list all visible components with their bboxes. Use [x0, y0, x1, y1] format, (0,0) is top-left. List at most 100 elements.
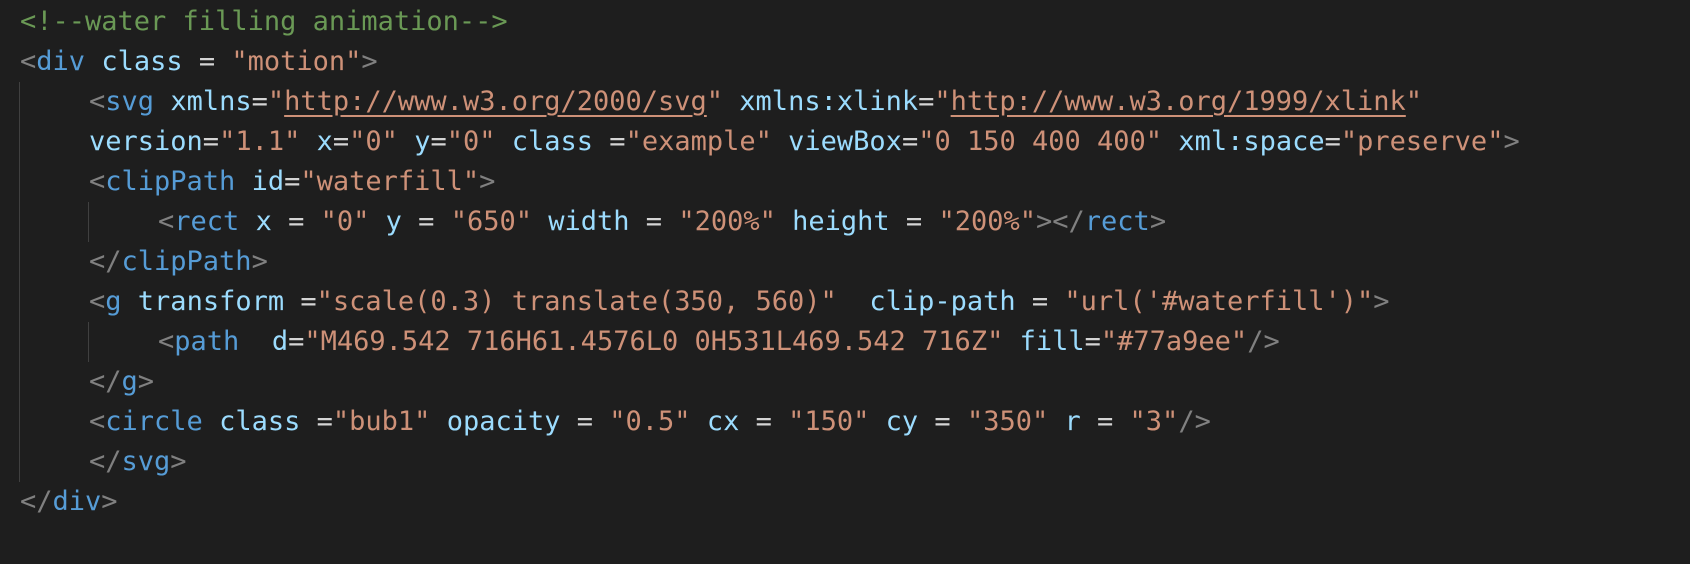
string-token: " [267, 86, 285, 117]
link-token[interactable]: http://www.w3.org/2000/svg [284, 86, 707, 117]
operator-token [203, 406, 219, 437]
operator-token: = [284, 286, 317, 317]
operator-token: = [1080, 406, 1130, 437]
code-line[interactable]: <!--water filling animation--> [20, 0, 508, 43]
tag-name-token: svg [121, 446, 171, 477]
tag-name-token: clipPath [105, 166, 236, 197]
tag-name-token: g [121, 366, 138, 397]
attribute-name-token: d [271, 326, 289, 357]
string-token: "150" [788, 406, 870, 437]
operator-token: = [202, 126, 220, 157]
attribute-name-token: class [101, 46, 183, 77]
code-line[interactable]: <path d="M469.542 716H61.4576L0 0H531L46… [158, 320, 1280, 363]
string-token: "preserve" [1340, 126, 1504, 157]
tag-name-token: rect [174, 206, 240, 237]
operator-token [239, 206, 255, 237]
attribute-name-token: width [548, 206, 630, 237]
string-token: "0" [349, 126, 398, 157]
operator-token [776, 206, 792, 237]
operator-token [723, 86, 739, 117]
attribute-name-token: xml:space [1178, 126, 1325, 157]
punctuation-token: </ [89, 446, 122, 477]
punctuation-token: > [361, 46, 378, 77]
tag-name-token: circle [105, 406, 203, 437]
punctuation-token: /> [1247, 326, 1280, 357]
operator-token [154, 86, 170, 117]
attribute-name-token: cx [706, 406, 740, 437]
operator-token: = [1324, 126, 1341, 157]
operator-token [430, 406, 446, 437]
indent-guide [88, 202, 89, 242]
tag-name-token: rect [1084, 206, 1150, 237]
tag-name-token: div [36, 46, 86, 77]
operator-token: = [430, 126, 447, 157]
tag-name-token: g [105, 286, 122, 317]
operator-token: = [593, 126, 626, 157]
operator-token: = [284, 166, 301, 197]
operator-token [122, 286, 138, 317]
attribute-name-token: opacity [446, 406, 561, 437]
operator-token [496, 126, 512, 157]
string-token: "M469.542 716H61.4576L0 0H531L469.542 71… [304, 326, 1004, 357]
operator-token: = [1015, 286, 1065, 317]
attribute-name-token: clip-path [869, 286, 1016, 317]
string-token: " [934, 86, 951, 117]
punctuation-token: > [101, 486, 118, 517]
punctuation-token: > [251, 246, 268, 277]
string-token: "350" [966, 406, 1049, 437]
punctuation-token: > [479, 166, 496, 197]
code-line[interactable]: </g> [89, 360, 154, 403]
operator-token: = [739, 406, 789, 437]
code-line[interactable]: </div> [20, 480, 118, 523]
attribute-name-token: height [792, 206, 890, 237]
code-line[interactable]: </svg> [89, 440, 187, 483]
code-line[interactable]: <div class = "motion"> [20, 40, 378, 83]
string-token: "url('#waterfill')" [1064, 286, 1374, 317]
string-token: "example" [625, 126, 772, 157]
tag-name-token: svg [105, 86, 155, 117]
operator-token: = [918, 406, 967, 437]
punctuation-token: > [1373, 286, 1390, 317]
punctuation-token: < [20, 46, 37, 77]
comment-token: <!--water filling animation--> [20, 6, 508, 37]
operator-token: = [1084, 326, 1101, 357]
operator-token [300, 126, 316, 157]
code-editor[interactable]: <!--water filling animation--> <div clas… [0, 0, 1690, 564]
operator-token [1162, 126, 1178, 157]
tag-name-token: clipPath [121, 246, 252, 277]
string-token: "200%" [678, 206, 776, 237]
operator-token: = [271, 206, 321, 237]
operator-token: = [332, 126, 350, 157]
code-line[interactable]: <rect x = "0" y = "650" width = "200%" h… [158, 200, 1166, 243]
code-line[interactable]: <g transform ="scale(0.3) translate(350,… [89, 280, 1390, 323]
operator-token: = [401, 206, 451, 237]
code-line[interactable]: </clipPath> [89, 240, 268, 283]
code-line[interactable]: <clipPath id="waterfill"> [89, 160, 495, 203]
operator-token: = [629, 206, 679, 237]
attribute-name-token: fill [1019, 326, 1085, 357]
link-token[interactable]: http://www.w3.org/1999/xlink [951, 86, 1406, 117]
punctuation-token: </ [20, 486, 53, 517]
operator-token: = [288, 326, 305, 357]
tag-name-token: path [174, 326, 240, 357]
attribute-name-token: r [1064, 406, 1081, 437]
code-line[interactable]: <circle class ="bub1" opacity = "0.5" cx… [89, 400, 1211, 443]
code-line[interactable]: <svg xmlns="http://www.w3.org/2000/svg" … [89, 80, 1422, 123]
operator-token [869, 406, 885, 437]
operator-token [1003, 326, 1019, 357]
string-token: "1.1" [219, 126, 301, 157]
operator-token: = [182, 46, 232, 77]
operator-token: = [889, 206, 939, 237]
string-token: "waterfill" [300, 166, 480, 197]
punctuation-token: > [1503, 126, 1520, 157]
operator-token [239, 326, 272, 357]
punctuation-token: < [158, 326, 175, 357]
code-line[interactable]: version="1.1" x="0" y="0" class ="exampl… [89, 120, 1520, 163]
punctuation-token: /> [1178, 406, 1211, 437]
tag-name-token: div [52, 486, 102, 517]
punctuation-token: </ [89, 246, 122, 277]
punctuation-token: > [137, 366, 155, 397]
string-token: " [706, 86, 724, 117]
punctuation-token: > [170, 446, 187, 477]
indent-guide [19, 82, 20, 482]
